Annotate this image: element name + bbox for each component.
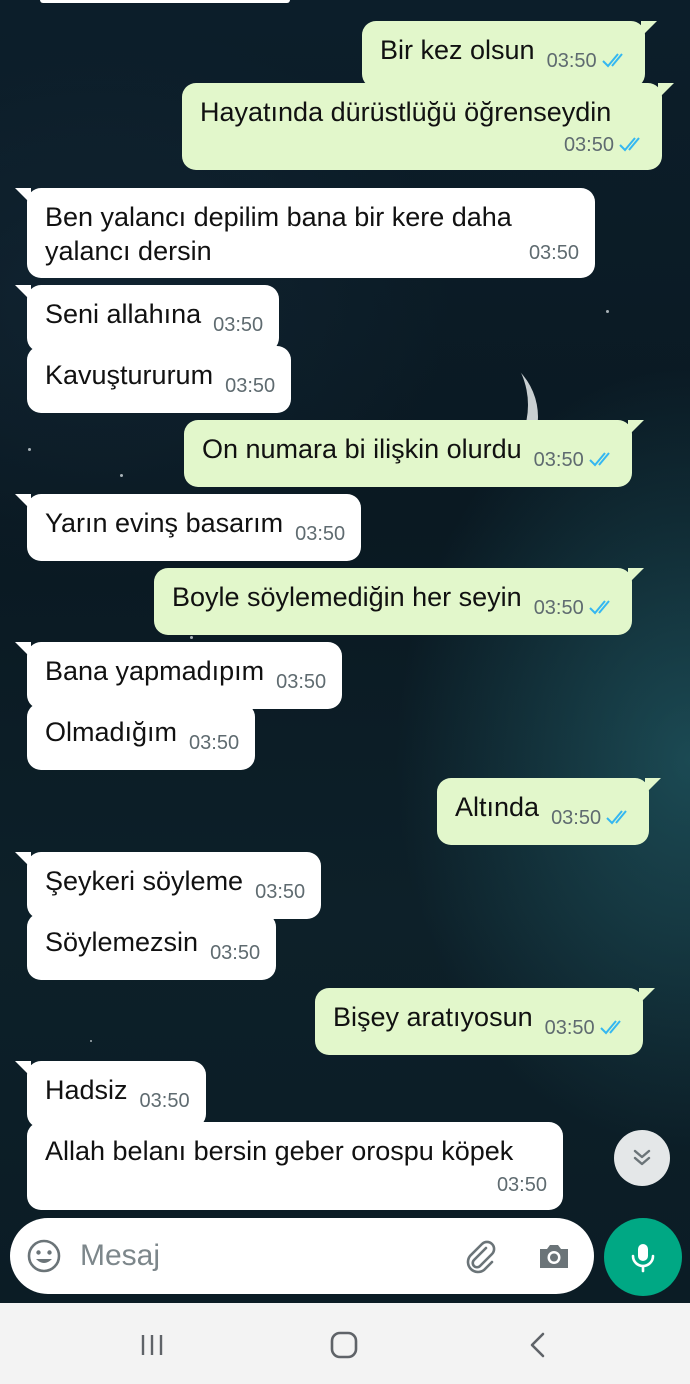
message-outgoing[interactable]: Boyle söylemediğin her seyin 03:50 — [154, 568, 644, 635]
back-icon — [530, 1332, 545, 1358]
message-text: Yarın evinş basarım — [45, 508, 284, 538]
message-time: 03:50 — [189, 732, 240, 754]
recent-apps-button[interactable] — [134, 1327, 170, 1363]
message-time: 03:50 — [564, 128, 646, 162]
scroll-to-bottom-button[interactable] — [614, 1130, 670, 1186]
message-text: Hadsiz — [45, 1075, 128, 1105]
system-navigation-bar — [0, 1303, 690, 1384]
message-time: 03:50 — [496, 1174, 547, 1196]
message-incoming[interactable]: Söylemezsin 03:50 — [27, 913, 277, 980]
emoji-icon[interactable] — [26, 1238, 62, 1274]
message-time: 03:50 — [534, 591, 616, 625]
message-list[interactable]: Bir kez olsun 03:50 Hayatında dürüstlüğü … — [0, 0, 690, 1215]
message-text: Şeykeri söyleme — [45, 866, 244, 896]
message-outgoing[interactable]: Bir kez olsun 03:50 — [362, 21, 657, 88]
message-text: Bana yapmadıpım — [45, 656, 265, 686]
message-time: 03:50 — [210, 942, 261, 964]
message-time: 03:50 — [545, 1011, 627, 1045]
message-outgoing[interactable]: On numara bi ilişkin olurdu 03:50 — [184, 420, 644, 487]
message-input[interactable] — [80, 1236, 440, 1276]
message-outgoing[interactable]: Bişey aratıyosun 03:50 — [315, 988, 655, 1055]
message-incoming[interactable]: Hadsiz 03:50 — [15, 1061, 206, 1128]
read-ticks-icon — [599, 1020, 621, 1035]
message-text: Bir kez olsun — [380, 35, 535, 65]
message-text: Boyle söylemediğin her seyin — [172, 582, 522, 612]
message-time: 03:50 — [255, 881, 306, 903]
message-incoming[interactable]: Allah belanı bersin geber orospu köpek 03… — [27, 1122, 563, 1210]
message-incoming[interactable]: Kavuştururum 03:50 — [27, 346, 292, 413]
read-ticks-icon — [619, 137, 640, 152]
message-text: Hayatında dürüstlüğü öğrenseydin — [200, 97, 612, 127]
home-button[interactable] — [326, 1327, 362, 1363]
message-time: 03:50 — [295, 523, 346, 545]
camera-icon[interactable] — [536, 1238, 572, 1274]
paperclip-icon[interactable] — [462, 1238, 498, 1274]
message-outgoing[interactable]: Altında 03:50 — [437, 778, 662, 845]
message-time: 03:50 — [547, 44, 629, 78]
message-time: 03:50 — [528, 242, 579, 264]
voice-message-button[interactable] — [604, 1218, 682, 1296]
message-time: 03:50 — [213, 314, 264, 336]
recent-apps-icon — [141, 1335, 163, 1355]
message-text: Kavuştururum — [45, 360, 214, 390]
double-chevron-down-icon — [633, 1149, 651, 1166]
read-ticks-icon — [606, 810, 627, 825]
message-text: Bişey aratıyosun — [333, 1002, 533, 1032]
message-incoming[interactable]: Bana yapmadıpım 03:50 — [14, 642, 343, 709]
message-time: 03:50 — [534, 443, 616, 477]
read-ticks-icon — [589, 600, 610, 615]
message-incoming[interactable]: Olmadığım 03:50 — [27, 703, 256, 770]
message-text: Seni allahına — [45, 299, 202, 329]
message-text: Ben yalancı depilim bana bir kere daha y… — [45, 202, 512, 266]
message-time: 03:50 — [276, 671, 327, 693]
message-text: Allah belanı bersin geber orospu köpek — [45, 1136, 514, 1166]
message-composer — [10, 1218, 594, 1294]
message-incoming[interactable]: Ben yalancı depilim bana bir kere daha y… — [15, 188, 595, 278]
message-text: On numara bi ilişkin olurdu — [202, 434, 522, 464]
message-text: Olmadığım — [45, 717, 178, 747]
read-ticks-icon — [601, 53, 623, 68]
message-incoming[interactable]: Yarın evinş basarım 03:50 — [14, 494, 362, 561]
message-text: Altında — [455, 792, 540, 822]
message-text: Söylemezsin — [45, 927, 199, 957]
message-time: 03:50 — [551, 801, 633, 835]
read-ticks-icon — [589, 452, 610, 467]
message-incoming[interactable]: Seni allahına 03:50 — [14, 285, 280, 352]
message-incoming[interactable]: Şeykeri söyleme 03:50 — [14, 852, 322, 919]
message-time: 03:50 — [139, 1090, 190, 1112]
message-time: 03:50 — [225, 375, 276, 397]
microphone-icon — [631, 1244, 655, 1273]
home-icon — [330, 1331, 358, 1359]
back-button[interactable] — [520, 1327, 556, 1363]
message-outgoing[interactable]: Hayatında dürüstlüğü öğrenseydin 03:50 — [182, 83, 674, 170]
